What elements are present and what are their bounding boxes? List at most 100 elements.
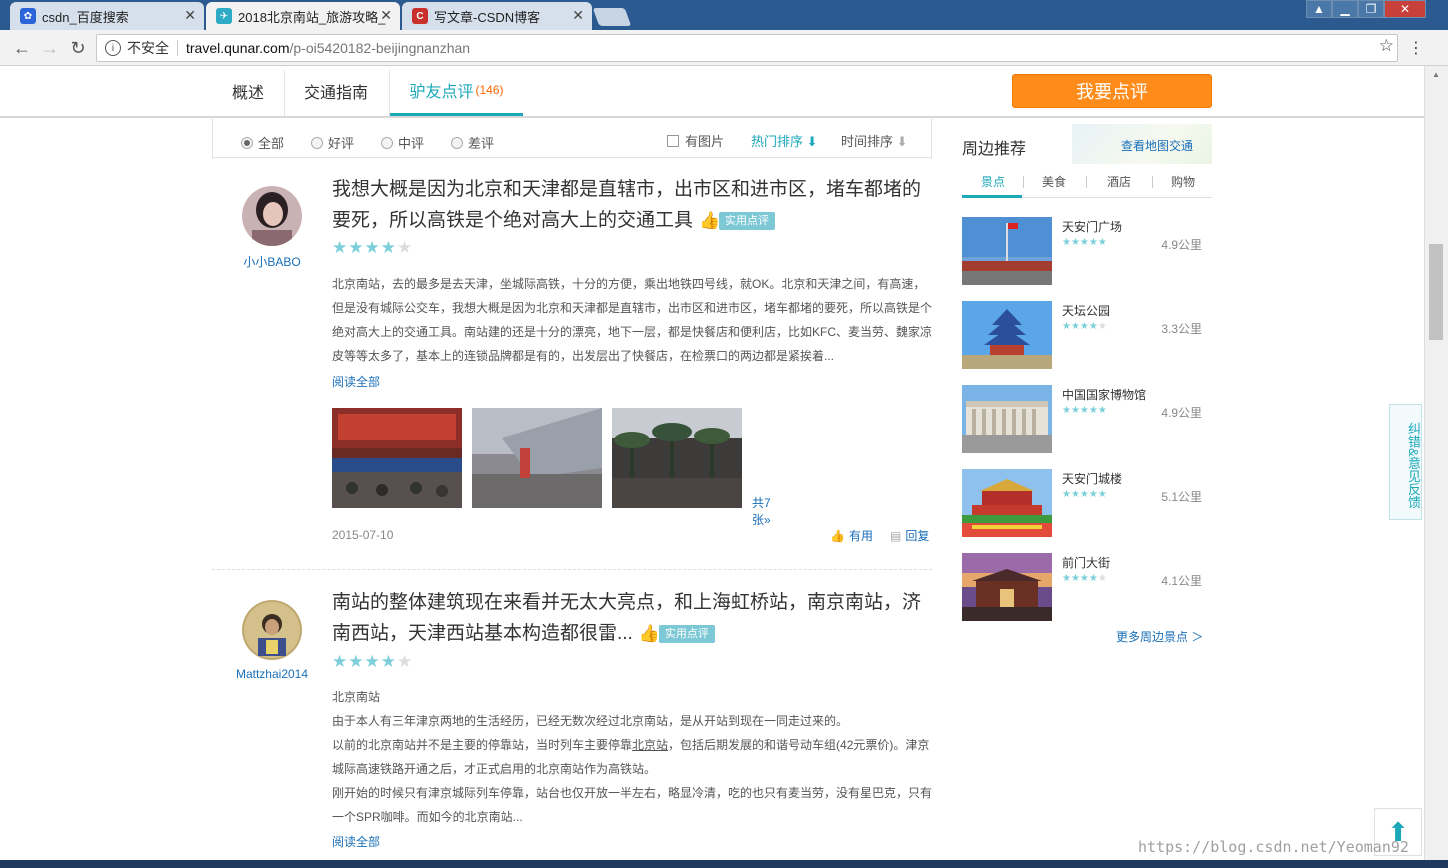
minimize-button[interactable]: ▁ bbox=[1332, 0, 1358, 18]
url-input[interactable]: i 不安全 travel.qunar.com /p-oi5420182-beij… bbox=[96, 34, 1398, 62]
sidebar-header: 周边推荐 查看地图交通 bbox=[962, 124, 1212, 164]
user-icon[interactable]: ▲ bbox=[1306, 0, 1332, 18]
station-link[interactable]: 北京站 bbox=[632, 738, 668, 752]
poi-item[interactable]: 天安门广场 ★★★★★ 4.9公里 bbox=[962, 217, 1212, 285]
divider bbox=[177, 40, 178, 56]
browser-tabbar: ✿ csdn_百度搜索 ✕ ✈ 2018北京南站_旅游攻略_ ✕ C 写文章-C… bbox=[0, 0, 1448, 30]
write-review-button[interactable]: 我要点评 bbox=[1012, 74, 1212, 108]
poi-distance: 4.9公里 bbox=[1161, 406, 1202, 420]
tab-hotels[interactable]: 酒店 bbox=[1088, 173, 1150, 190]
filter-positive-radio[interactable]: 好评 bbox=[311, 133, 354, 152]
review-item: Mattzhai2014 南站的整体建筑现在来看并无太大亮点，和上海虹桥站，南京… bbox=[212, 588, 932, 860]
forward-icon[interactable]: → bbox=[38, 36, 62, 60]
baidu-paw-icon: ✿ bbox=[20, 8, 36, 24]
sort-time-button[interactable]: 时间排序 ⬇ bbox=[841, 131, 908, 150]
review-photo[interactable] bbox=[472, 408, 602, 508]
poi-item[interactable]: 天坛公园 ★★★★★ 3.3公里 bbox=[962, 301, 1212, 369]
arrow-down-icon: ⬇ bbox=[896, 134, 908, 149]
browser-tab-qunar[interactable]: ✈ 2018北京南站_旅游攻略_ ✕ bbox=[206, 2, 400, 30]
csdn-icon: C bbox=[412, 8, 428, 24]
poi-image[interactable] bbox=[962, 553, 1052, 621]
map-link[interactable]: 查看地图交通 bbox=[1121, 137, 1193, 154]
thumbs-up-icon: 👍 bbox=[638, 623, 661, 643]
read-all-link[interactable]: 阅读全部 bbox=[332, 373, 380, 390]
vertical-scrollbar[interactable]: ▲ bbox=[1424, 66, 1448, 860]
tab-title: 2018北京南站_旅游攻略_ bbox=[238, 9, 386, 25]
poi-distance: 5.1公里 bbox=[1161, 490, 1202, 504]
has-photo-checkbox[interactable]: 有图片 bbox=[667, 131, 724, 150]
reload-icon[interactable]: ↻ bbox=[66, 36, 90, 60]
sidebar-title: 周边推荐 bbox=[962, 141, 1027, 158]
tab-food[interactable]: 美食 bbox=[1023, 173, 1085, 190]
read-all-link[interactable]: 阅读全部 bbox=[332, 833, 380, 850]
browser-tab-csdn[interactable]: C 写文章-CSDN博客 ✕ bbox=[402, 2, 592, 30]
divider bbox=[212, 569, 932, 570]
tab-overview[interactable]: 概述 bbox=[232, 66, 264, 116]
poi-item[interactable]: 中国国家博物馆 ★★★★★ 4.9公里 bbox=[962, 385, 1212, 453]
poi-name[interactable]: 天安门城楼 bbox=[1062, 470, 1122, 487]
filter-neutral-radio[interactable]: 中评 bbox=[381, 133, 424, 152]
tab-transport[interactable]: 交通指南 bbox=[304, 66, 368, 116]
review-title[interactable]: 南站的整体建筑现在来看并无太大亮点，和上海虹桥站，南京南站，济南西站，天津西站基… bbox=[332, 587, 922, 649]
comment-icon: ▤ bbox=[890, 528, 902, 543]
filter-negative-radio[interactable]: 差评 bbox=[451, 133, 494, 152]
sort-hot-button[interactable]: 热门排序 ⬇ bbox=[751, 131, 818, 150]
useful-button[interactable]: 👍 有用 bbox=[830, 527, 873, 544]
scroll-thumb[interactable] bbox=[1429, 244, 1443, 340]
review-photo[interactable] bbox=[332, 408, 462, 508]
review-body: 北京南站 由于本人有三年津京两地的生活经历，已经无数次经过北京南站，是从开站到现… bbox=[332, 690, 933, 824]
poi-name[interactable]: 天坛公园 bbox=[1062, 302, 1110, 319]
close-icon[interactable]: ✕ bbox=[380, 7, 392, 24]
useful-review-badge: 👍 实用点评 bbox=[699, 211, 776, 231]
info-icon[interactable]: i bbox=[105, 40, 121, 56]
poi-name[interactable]: 天安门广场 bbox=[1062, 218, 1122, 235]
active-tab-underline bbox=[962, 195, 1022, 198]
more-nearby-link[interactable]: 更多周边景点 ＞ bbox=[1116, 628, 1203, 645]
poi-rating: ★★★★★ bbox=[1062, 405, 1107, 416]
username[interactable]: 小小BABO bbox=[212, 253, 332, 270]
poi-name[interactable]: 前门大街 bbox=[1062, 554, 1110, 571]
maximize-button[interactable]: ❐ bbox=[1358, 0, 1384, 18]
reply-button[interactable]: ▤ 回复 bbox=[890, 527, 929, 544]
avatar[interactable] bbox=[242, 600, 302, 660]
window-controls: ▲ ▁ ❐ ✕ bbox=[1306, 0, 1426, 20]
address-bar: ← → ↻ i 不安全 travel.qunar.com /p-oi542018… bbox=[0, 30, 1448, 66]
close-icon[interactable]: ✕ bbox=[572, 7, 584, 24]
photo-count-link[interactable]: 共7张» bbox=[752, 494, 771, 528]
tab-shopping[interactable]: 购物 bbox=[1152, 173, 1214, 190]
review-item: 小小BABO 我想大概是因为北京和天津都是直辖市，出市区和进市区，堵车都堵的要死… bbox=[212, 179, 933, 560]
poi-image[interactable] bbox=[962, 385, 1052, 453]
close-window-button[interactable]: ✕ bbox=[1384, 0, 1426, 18]
poi-rating: ★★★★★ bbox=[1062, 489, 1107, 500]
poi-image[interactable] bbox=[962, 469, 1052, 537]
divider bbox=[1086, 176, 1087, 188]
back-icon[interactable]: ← bbox=[10, 36, 34, 60]
review-count: (146) bbox=[475, 82, 504, 97]
scroll-up-icon[interactable]: ▲ bbox=[1432, 70, 1440, 79]
security-label: 不安全 bbox=[127, 40, 169, 56]
new-tab-button[interactable] bbox=[592, 8, 632, 26]
avatar[interactable] bbox=[242, 186, 302, 246]
poi-distance: 3.3公里 bbox=[1161, 322, 1202, 336]
feedback-tab[interactable]: 纠错&意见反馈 bbox=[1389, 404, 1422, 520]
tab-title: csdn_百度搜索 bbox=[42, 9, 129, 25]
review-title[interactable]: 我想大概是因为北京和天津都是直辖市，出市区和进市区，堵车都堵的要死，所以高铁是个… bbox=[332, 174, 922, 236]
tab-reviews[interactable]: 驴友点评 (146) bbox=[390, 66, 523, 116]
tab-attractions[interactable]: 景点 bbox=[962, 173, 1024, 190]
username[interactable]: Mattzhai2014 bbox=[212, 667, 332, 681]
poi-image[interactable] bbox=[962, 217, 1052, 285]
close-icon[interactable]: ✕ bbox=[184, 7, 196, 24]
review-body: 北京南站，去的最多是去天津，坐城际高铁，十分的方便，乘出地铁四号线，就OK。北京… bbox=[332, 277, 933, 363]
arrow-down-icon: ⬇ bbox=[806, 134, 818, 149]
poi-item[interactable]: 天安门城楼 ★★★★★ 5.1公里 bbox=[962, 469, 1212, 537]
poi-image[interactable] bbox=[962, 301, 1052, 369]
watermark: https://blog.csdn.net/Yeoman92 bbox=[1138, 838, 1409, 856]
filter-all-radio[interactable]: 全部 bbox=[241, 133, 284, 152]
poi-item[interactable]: 前门大街 ★★★★★ 4.1公里 bbox=[962, 553, 1212, 621]
browser-tab-baidu[interactable]: ✿ csdn_百度搜索 ✕ bbox=[10, 2, 204, 30]
bookmark-star-icon[interactable]: ☆ bbox=[1379, 36, 1394, 56]
more-menu-icon[interactable]: ⋮ bbox=[1408, 38, 1424, 58]
review-photo[interactable] bbox=[612, 408, 742, 508]
qunar-icon: ✈ bbox=[216, 8, 232, 24]
poi-name[interactable]: 中国国家博物馆 bbox=[1062, 386, 1146, 403]
